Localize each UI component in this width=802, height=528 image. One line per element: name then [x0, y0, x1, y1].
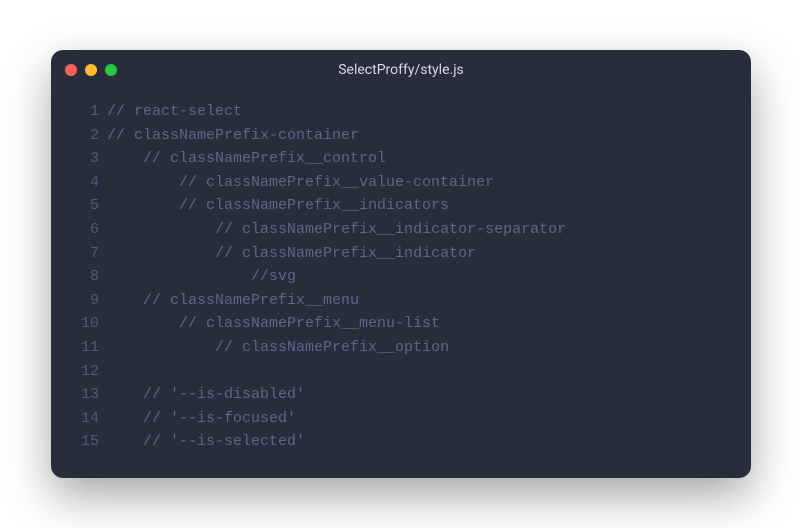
code-line: 4 // classNamePrefix__value-container: [67, 171, 735, 195]
line-number: 1: [67, 100, 99, 124]
indent: [107, 383, 143, 407]
code-text: // classNamePrefix__control: [143, 147, 386, 171]
code-text: //svg: [251, 265, 296, 289]
indent: [107, 407, 143, 431]
window-title: SelectProffy/style.js: [51, 62, 751, 78]
code-line: 6 // classNamePrefix__indicator-separato…: [67, 218, 735, 242]
line-number: 3: [67, 147, 99, 171]
code-line: 7 // classNamePrefix__indicator: [67, 242, 735, 266]
line-number: 4: [67, 171, 99, 195]
indent: [107, 194, 179, 218]
indent: [107, 289, 143, 313]
code-line: 2 // classNamePrefix-container: [67, 124, 735, 148]
code-text: // '--is-disabled': [143, 383, 305, 407]
line-number: 11: [67, 336, 99, 360]
code-text: // '--is-selected': [143, 430, 305, 454]
indent: [107, 265, 251, 289]
line-number: 13: [67, 383, 99, 407]
window-controls: [65, 64, 117, 76]
indent: [107, 147, 143, 171]
line-number: 5: [67, 194, 99, 218]
code-text: // classNamePrefix__indicators: [179, 194, 449, 218]
code-line: 1 // react-select: [67, 100, 735, 124]
code-line: 8 //svg: [67, 265, 735, 289]
indent: [107, 312, 179, 336]
code-text: // react-select: [107, 100, 242, 124]
code-line: 12: [67, 360, 735, 384]
code-line: 9 // classNamePrefix__menu: [67, 289, 735, 313]
indent: [107, 218, 215, 242]
code-text: // classNamePrefix__value-container: [179, 171, 494, 195]
line-number: 10: [67, 312, 99, 336]
line-number: 7: [67, 242, 99, 266]
indent: [107, 430, 143, 454]
code-line: 14 // '--is-focused': [67, 407, 735, 431]
code-text: // classNamePrefix__indicator-separator: [215, 218, 566, 242]
code-text: // classNamePrefix__option: [215, 336, 449, 360]
line-number: 12: [67, 360, 99, 384]
code-line: 13 // '--is-disabled': [67, 383, 735, 407]
line-number: 8: [67, 265, 99, 289]
indent: [107, 242, 215, 266]
code-text: // classNamePrefix__indicator: [215, 242, 476, 266]
line-number: 9: [67, 289, 99, 313]
code-text: // classNamePrefix__menu-list: [179, 312, 440, 336]
line-number: 6: [67, 218, 99, 242]
code-text: // classNamePrefix__menu: [143, 289, 359, 313]
titlebar: SelectProffy/style.js: [51, 50, 751, 90]
code-line: 11 // classNamePrefix__option: [67, 336, 735, 360]
code-line: 3 // classNamePrefix__control: [67, 147, 735, 171]
code-window: SelectProffy/style.js 1 // react-select 2 /…: [51, 50, 751, 478]
indent: [107, 336, 215, 360]
code-line: 15 // '--is-selected': [67, 430, 735, 454]
line-number: 15: [67, 430, 99, 454]
close-icon[interactable]: [65, 64, 77, 76]
code-text: // '--is-focused': [143, 407, 296, 431]
zoom-icon[interactable]: [105, 64, 117, 76]
line-number: 14: [67, 407, 99, 431]
minimize-icon[interactable]: [85, 64, 97, 76]
line-number: 2: [67, 124, 99, 148]
indent: [107, 171, 179, 195]
code-text: // classNamePrefix-container: [107, 124, 359, 148]
code-editor[interactable]: 1 // react-select 2 // classNamePrefix-cont…: [51, 90, 751, 478]
code-line: 5 // classNamePrefix__indicators: [67, 194, 735, 218]
code-line: 10 // classNamePrefix__menu-list: [67, 312, 735, 336]
